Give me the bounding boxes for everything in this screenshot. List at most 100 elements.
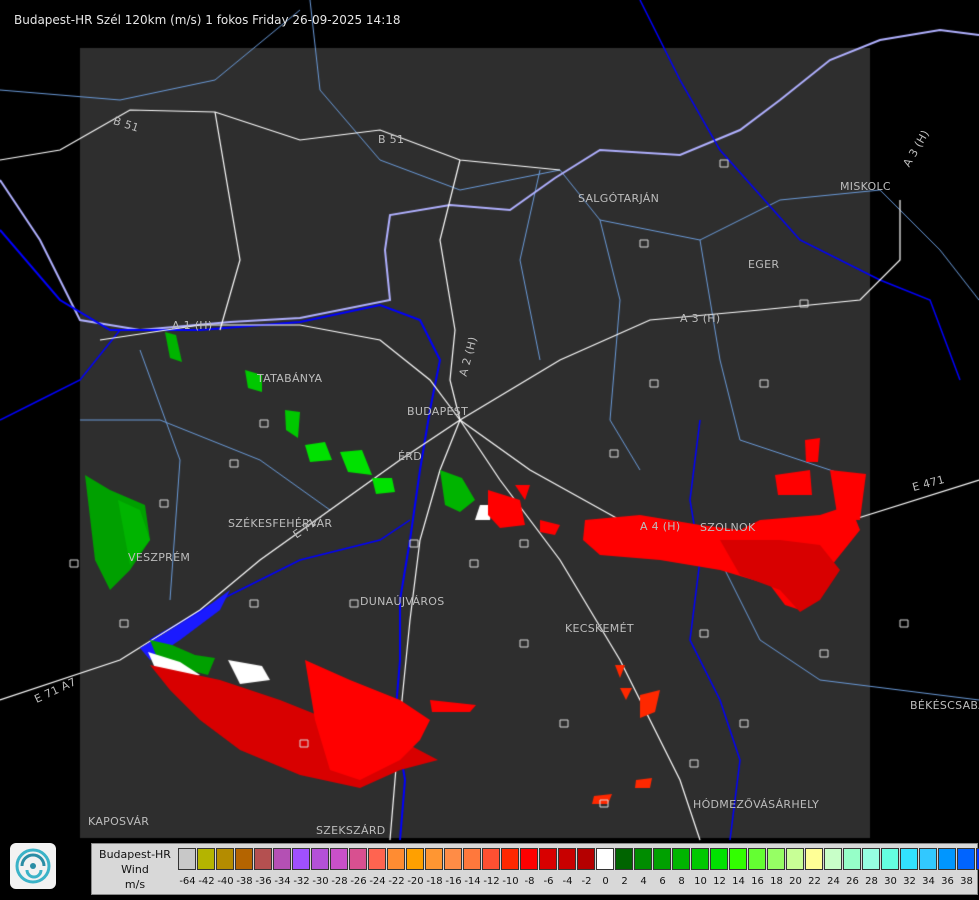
legend-swatch — [482, 848, 500, 870]
legend-swatch — [767, 848, 785, 870]
city-label: BÉKÉSCSABA — [910, 699, 979, 712]
legend-tick: 24 — [827, 876, 840, 887]
legend-swatch — [824, 848, 842, 870]
legend-swatch — [710, 848, 728, 870]
legend-tick: 8 — [678, 876, 685, 887]
legend-tick: -40 — [217, 876, 234, 887]
legend-swatch — [862, 848, 880, 870]
city-label: VESZPRÉM — [128, 551, 191, 564]
legend-swatch — [596, 848, 614, 870]
legend-swatch — [311, 848, 329, 870]
legend-swatch — [558, 848, 576, 870]
legend-swatch — [425, 848, 443, 870]
legend-swatch — [919, 848, 937, 870]
legend-swatch — [672, 848, 690, 870]
legend-tick: 32 — [903, 876, 916, 887]
legend-tick: -26 — [350, 876, 367, 887]
legend-title: Budapest-HR Wind m/s — [99, 848, 171, 891]
legend-tick: 4 — [640, 876, 647, 887]
legend-tick: -64 — [179, 876, 196, 887]
legend-tick: 30 — [884, 876, 897, 887]
legend-swatch — [349, 848, 367, 870]
legend-tick: 38 — [960, 876, 973, 887]
legend-tick: 6 — [659, 876, 666, 887]
legend-tick: -32 — [293, 876, 310, 887]
legend-swatches — [178, 848, 979, 870]
legend-swatch — [197, 848, 215, 870]
legend-tick: 22 — [808, 876, 821, 887]
city-label: ÉRD — [398, 450, 422, 463]
legend-swatch — [387, 848, 405, 870]
legend-tick: 34 — [922, 876, 935, 887]
legend-swatch — [577, 848, 595, 870]
legend-swatch — [368, 848, 386, 870]
service-logo-icon — [10, 843, 56, 889]
city-label: KAPOSVÁR — [88, 815, 150, 828]
legend-swatch — [444, 848, 462, 870]
legend-tick: -42 — [198, 876, 215, 887]
city-label: SZEKSZÁRD — [316, 824, 386, 837]
legend-tick: -38 — [236, 876, 253, 887]
legend-swatch — [539, 848, 557, 870]
legend-swatch — [254, 848, 272, 870]
legend-swatch — [235, 848, 253, 870]
legend-tick: -36 — [255, 876, 272, 887]
legend-tick: -16 — [445, 876, 462, 887]
legend-tick: -8 — [524, 876, 535, 887]
legend-swatch — [691, 848, 709, 870]
legend-tick: 12 — [713, 876, 726, 887]
legend-tick: -10 — [502, 876, 519, 887]
city-label: SZOLNOK — [700, 521, 756, 534]
legend-swatch — [843, 848, 861, 870]
radar-map — [0, 0, 979, 900]
city-label: MISKOLC — [840, 180, 891, 193]
product-title: Budapest-HR Szél 120km (m/s) 1 fokos Fri… — [14, 13, 401, 27]
legend-tick: 14 — [732, 876, 745, 887]
legend-tick: -20 — [407, 876, 424, 887]
legend-swatch — [881, 848, 899, 870]
legend-tick: 2 — [621, 876, 628, 887]
legend-tick: -14 — [464, 876, 481, 887]
legend-tick: -4 — [562, 876, 573, 887]
legend-tick: 16 — [751, 876, 764, 887]
city-label: EGER — [748, 258, 780, 271]
legend-swatch — [900, 848, 918, 870]
legend-tick: 10 — [694, 876, 707, 887]
road-label: B 51 — [378, 133, 405, 146]
legend-tick: 28 — [865, 876, 878, 887]
legend-swatch — [805, 848, 823, 870]
city-label: BUDAPEST — [407, 405, 469, 418]
legend-swatch — [615, 848, 633, 870]
city-label: DUNAÚJVÁROS — [360, 595, 445, 608]
legend-tick: -2 — [581, 876, 592, 887]
legend-swatch — [463, 848, 481, 870]
legend-swatch — [729, 848, 747, 870]
road-label: A 3 (H) — [680, 312, 721, 325]
legend-swatch — [634, 848, 652, 870]
legend-swatch — [178, 848, 196, 870]
legend-tick: -12 — [483, 876, 500, 887]
legend-tick: 18 — [770, 876, 783, 887]
legend-swatch — [292, 848, 310, 870]
legend-swatch — [748, 848, 766, 870]
road-label: A 1 (H) — [172, 319, 213, 332]
legend-swatch — [957, 848, 975, 870]
legend-swatch — [216, 848, 234, 870]
legend-tick: -22 — [388, 876, 405, 887]
legend-swatch — [330, 848, 348, 870]
legend-swatch — [938, 848, 956, 870]
legend-tick: -18 — [426, 876, 443, 887]
road-label: A 4 (H) — [640, 520, 681, 533]
legend-swatch — [786, 848, 804, 870]
legend-swatch — [520, 848, 538, 870]
city-label: HÓDMEZŐVÁSÁRHELY — [693, 798, 820, 811]
legend-tick: 20 — [789, 876, 802, 887]
legend-tick: -6 — [543, 876, 554, 887]
color-scale-legend: Budapest-HR Wind m/s -64 -42 -40 -38 -36 -34-… — [91, 843, 979, 895]
legend-tick: -30 — [312, 876, 329, 887]
city-label: KECSKEMÉT — [565, 622, 634, 635]
legend-tick: 36 — [941, 876, 954, 887]
legend-swatch — [273, 848, 291, 870]
legend-tick: -28 — [331, 876, 348, 887]
legend-swatch — [501, 848, 519, 870]
